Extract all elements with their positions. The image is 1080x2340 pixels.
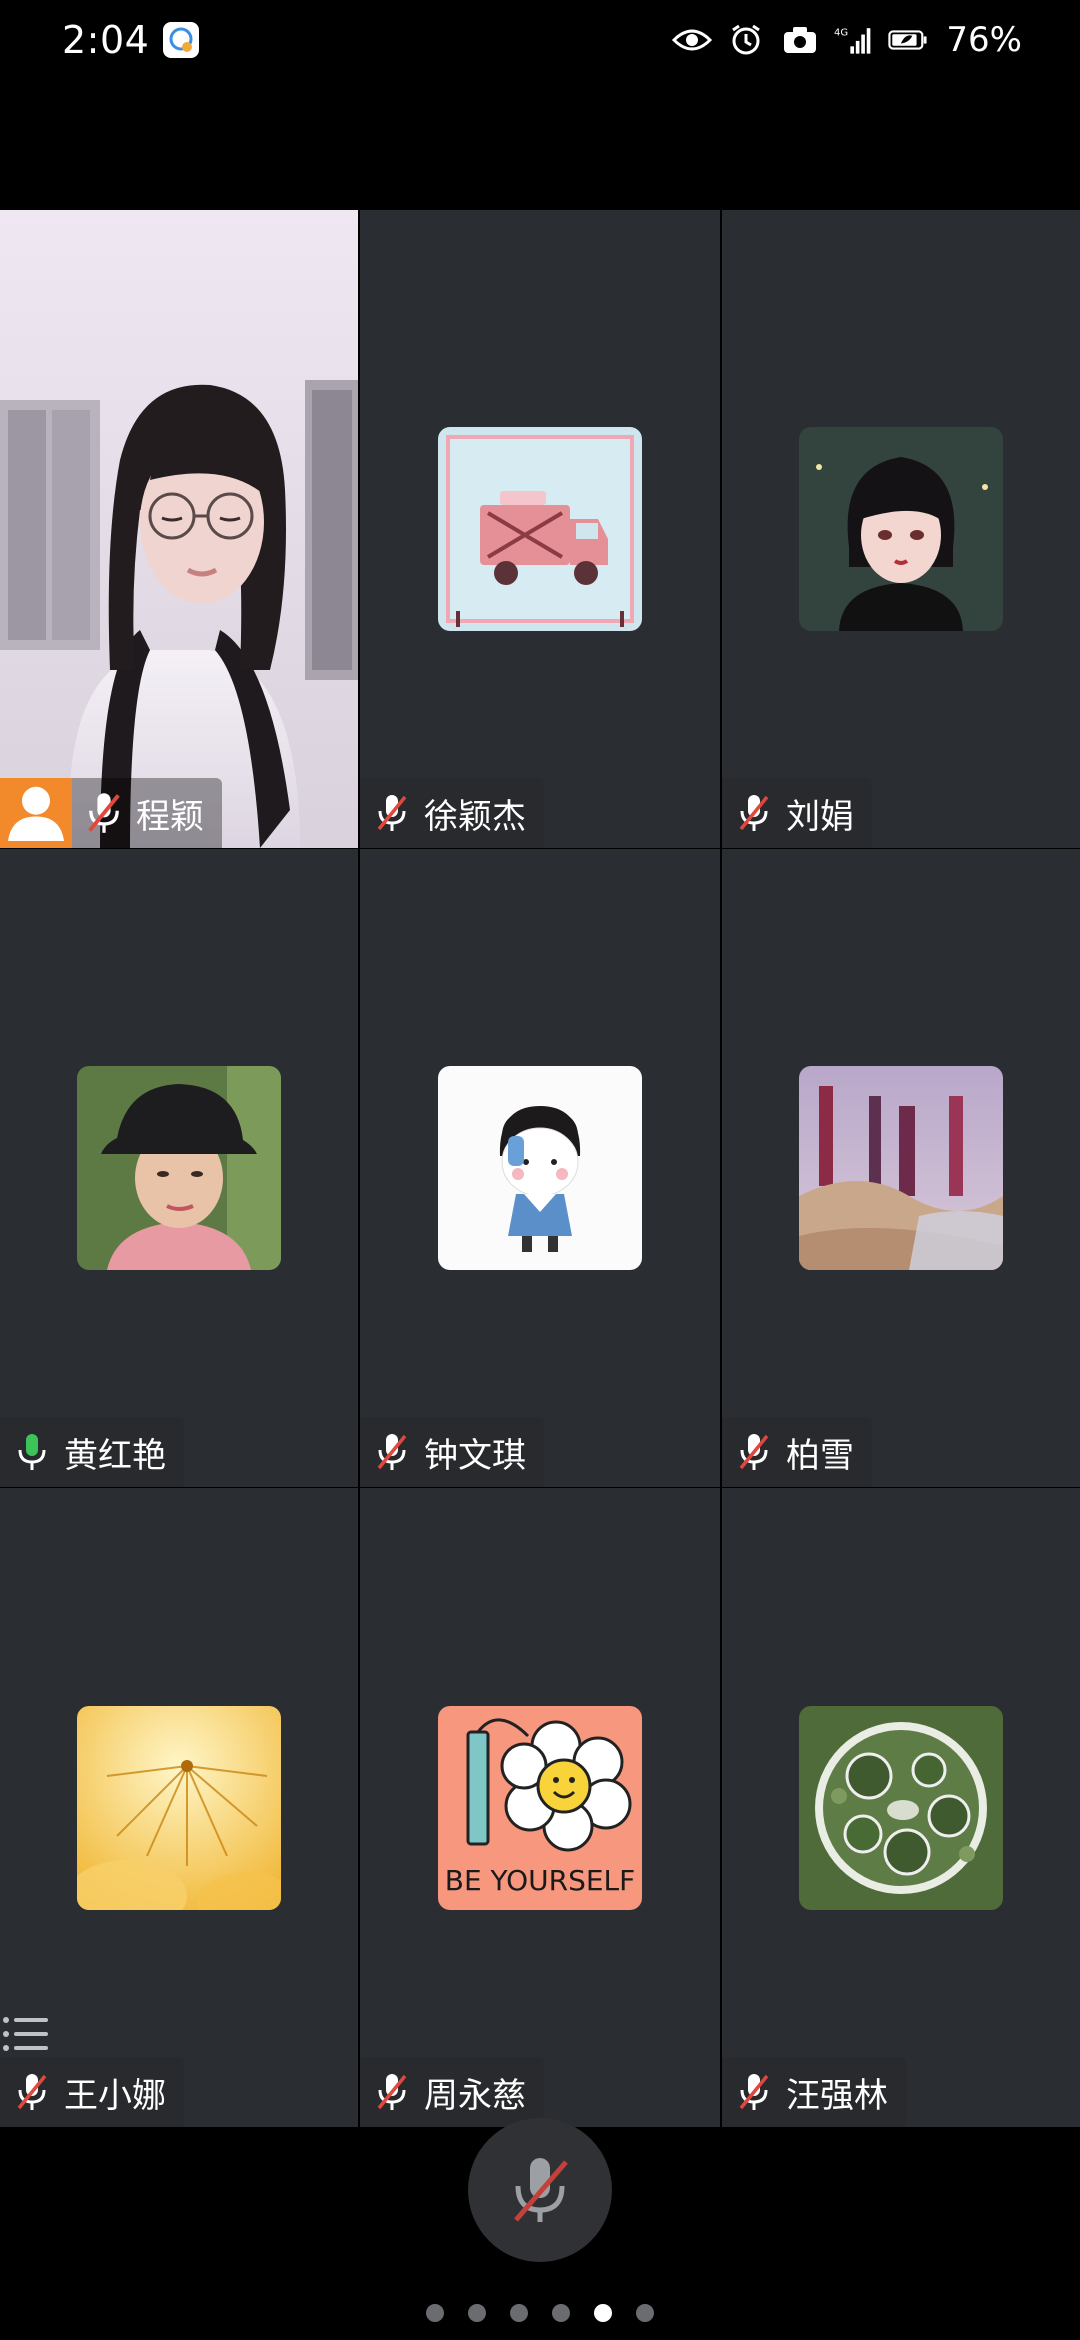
4g-signal-icon: 4G (834, 23, 874, 57)
participant-name-bar: 钟文琪 (360, 1417, 544, 1487)
mic-muted-icon (734, 1430, 774, 1474)
participant-name: 黄红艳 (64, 1435, 166, 1476)
participant-name: 钟文琪 (424, 1435, 526, 1476)
participant-name-bar: 黄红艳 (0, 1417, 184, 1487)
mic-muted-icon (12, 2070, 52, 2114)
battery-icon (888, 23, 928, 57)
participant-name-bar: 柏雪 (722, 1417, 872, 1487)
participant-name: 汪强林 (786, 2075, 888, 2116)
camera-icon (780, 23, 820, 57)
participant-tile[interactable]: 刘娟 (722, 210, 1080, 848)
toggle-microphone-button[interactable] (468, 2118, 612, 2262)
status-time: 2:04 (62, 18, 150, 62)
participant-tile[interactable]: 黄红艳 (0, 849, 358, 1487)
status-right: 4G 76% (672, 20, 1022, 60)
participant-tile[interactable]: 徐颖杰 (360, 210, 720, 848)
be-yourself-flower-avatar: BE YOURSELF (438, 1705, 642, 1910)
participant-tile[interactable]: 王小娜 (0, 1488, 358, 2127)
aerial-garden-avatar (799, 1705, 1003, 1910)
participant-name: 周永慈 (424, 2075, 526, 2116)
status-left: 2:04 (62, 18, 200, 62)
meeting-screen: 2:04 4G 76% 程颖 徐颖杰 刘娟 黄红艳 钟文琪 柏雪 王小娜 BE … (0, 0, 1080, 2340)
participant-name: 徐颖杰 (424, 796, 526, 837)
yellow-jellyfish-avatar (77, 1705, 281, 1910)
frosty-garden-avatar (799, 1066, 1003, 1270)
cartoon-kid-avatar (438, 1066, 642, 1270)
mic-muted-icon (734, 791, 774, 835)
participant-grid: 程颖 徐颖杰 刘娟 黄红艳 钟文琪 柏雪 王小娜 BE YOURSELF 周永慈… (0, 210, 1080, 2127)
participant-list-icon[interactable] (0, 2010, 52, 2062)
pagination-dots (0, 2304, 1080, 2322)
self-camera-video (0, 210, 358, 848)
participant-name-bar: 汪强林 (722, 2057, 906, 2127)
participant-name-bar: 刘娟 (722, 778, 872, 848)
page-dot-active[interactable] (594, 2304, 612, 2322)
page-dot[interactable] (510, 2304, 528, 2322)
participant-tile[interactable]: 柏雪 (722, 849, 1080, 1487)
mic-muted-icon (734, 2070, 774, 2114)
svg-text:4G: 4G (834, 27, 848, 38)
anime-girl-avatar (799, 427, 1003, 631)
participant-name-bar: 周永慈 (360, 2057, 544, 2127)
page-dot[interactable] (468, 2304, 486, 2322)
page-dot[interactable] (426, 2304, 444, 2322)
meeting-app-notification-icon (163, 22, 200, 58)
participant-name-bar: 王小娜 (0, 2057, 184, 2127)
participant-name: 王小娜 (64, 2075, 166, 2116)
participant-tile[interactable]: 钟文琪 (360, 849, 720, 1487)
mic-muted-icon (372, 791, 412, 835)
participant-tile[interactable]: 汪强林 (722, 1488, 1080, 2127)
participant-name-bar: 程颖 (72, 778, 222, 848)
pink-truck-avatar (438, 427, 642, 631)
page-dot[interactable] (636, 2304, 654, 2322)
participant-tile-self[interactable]: 程颖 (0, 210, 358, 848)
mic-muted-icon (372, 2070, 412, 2114)
be-yourself-text: BE YOURSELF (445, 1864, 636, 1897)
mic-muted-icon (514, 2158, 568, 2222)
battery-percent: 76% (946, 20, 1022, 60)
woman-hat-photo-avatar (77, 1066, 281, 1270)
participant-name: 刘娟 (786, 796, 854, 837)
mic-muted-icon (372, 1430, 412, 1474)
status-bar: 2:04 4G 76% (0, 0, 1080, 80)
self-person-badge-icon (0, 778, 72, 848)
alarm-icon (726, 23, 766, 57)
mic-muted-icon (84, 791, 124, 835)
participant-tile[interactable]: BE YOURSELF 周永慈 (360, 1488, 720, 2127)
participant-name: 程颖 (136, 796, 204, 837)
participant-name-bar: 徐颖杰 (360, 778, 544, 848)
participant-name: 柏雪 (786, 1435, 854, 1476)
eye-icon (672, 23, 713, 57)
mic-active-icon (12, 1430, 52, 1474)
page-dot[interactable] (552, 2304, 570, 2322)
